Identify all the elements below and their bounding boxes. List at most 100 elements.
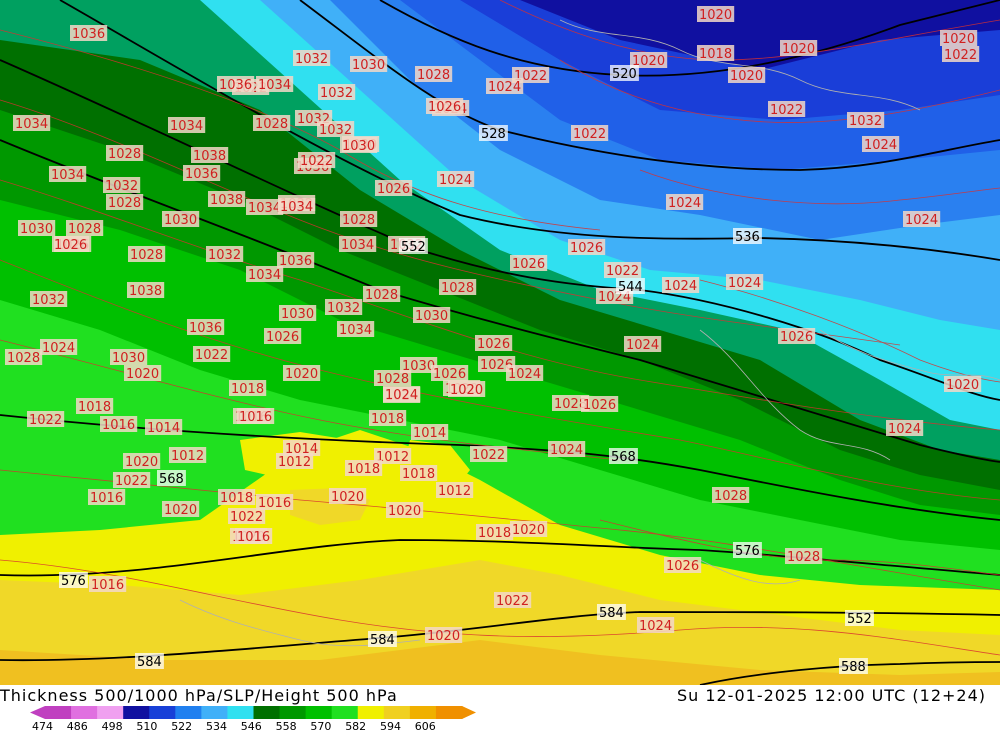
isobar-label: 1034 bbox=[246, 199, 284, 216]
svg-text:1026: 1026 bbox=[780, 330, 813, 345]
svg-text:568: 568 bbox=[159, 472, 184, 487]
isobar-label: 1024 bbox=[383, 386, 421, 403]
colorbar-swatch bbox=[331, 706, 359, 719]
svg-text:1022: 1022 bbox=[115, 474, 148, 489]
svg-text:1034: 1034 bbox=[248, 201, 281, 216]
svg-text:1020: 1020 bbox=[782, 42, 815, 57]
svg-text:1036: 1036 bbox=[189, 321, 222, 336]
isobar-label: 1022 bbox=[27, 411, 65, 428]
svg-text:1016: 1016 bbox=[91, 578, 124, 593]
isobar-label: 1020 bbox=[728, 67, 766, 84]
svg-text:1026: 1026 bbox=[570, 241, 603, 256]
isobar-label: 1018 bbox=[345, 460, 383, 477]
isobar-label: 1026 bbox=[664, 557, 702, 574]
svg-text:1028: 1028 bbox=[130, 248, 163, 263]
isobar-label: 1024 bbox=[506, 365, 544, 382]
svg-text:1030: 1030 bbox=[402, 359, 435, 374]
svg-text:1022: 1022 bbox=[195, 348, 228, 363]
svg-text:1018: 1018 bbox=[347, 462, 380, 477]
isobar-label: 1030 bbox=[110, 349, 148, 366]
svg-text:588: 588 bbox=[841, 660, 866, 675]
svg-text:1032: 1032 bbox=[295, 52, 328, 67]
colorbar-left-arrow bbox=[30, 706, 45, 719]
isobar-label: 1028 bbox=[340, 211, 378, 228]
isobar-label: 1024 bbox=[666, 194, 704, 211]
isobar-label: 1024 bbox=[637, 617, 675, 634]
isobar-label: 1034 bbox=[49, 166, 87, 183]
isobar-label: 1024 bbox=[437, 171, 475, 188]
svg-text:1018: 1018 bbox=[478, 526, 511, 541]
isobar-label: 1028 bbox=[712, 487, 750, 504]
isobar-label: 1028 bbox=[363, 286, 401, 303]
svg-text:1034: 1034 bbox=[339, 323, 372, 338]
isobar-label: 1020 bbox=[283, 365, 321, 382]
colorbar-labels: 474 486 498 510 522 534 546 558 570 582 594 606 bbox=[0, 720, 1000, 733]
svg-text:1028: 1028 bbox=[376, 372, 409, 387]
isobar-label: 1018 bbox=[400, 465, 438, 482]
isobar-label: 1022 bbox=[768, 101, 806, 118]
svg-text:1028: 1028 bbox=[108, 196, 141, 211]
svg-text:1020: 1020 bbox=[512, 523, 545, 538]
isobar-label: 1018 bbox=[369, 410, 407, 427]
isobar-label: 1026 bbox=[510, 255, 548, 272]
colorbar-swatch bbox=[45, 706, 72, 719]
svg-text:1024: 1024 bbox=[888, 422, 921, 437]
isobar-label: 1028 bbox=[128, 246, 166, 263]
svg-text:1022: 1022 bbox=[944, 48, 977, 63]
svg-text:552: 552 bbox=[401, 240, 426, 255]
svg-text:1024: 1024 bbox=[42, 341, 75, 356]
colorbar-tick-label: 510 bbox=[136, 720, 158, 733]
svg-text:1024: 1024 bbox=[639, 619, 672, 634]
isobar-label: 1024 bbox=[862, 136, 900, 153]
isobar-label: 1026 bbox=[778, 328, 816, 345]
svg-text:1026: 1026 bbox=[666, 559, 699, 574]
isobar-label: 1024 bbox=[726, 274, 764, 291]
svg-text:1034: 1034 bbox=[258, 78, 291, 93]
height-label: 584 bbox=[368, 631, 397, 648]
isobar-label: 1026 bbox=[431, 365, 469, 382]
svg-text:1024: 1024 bbox=[668, 196, 701, 211]
svg-text:1028: 1028 bbox=[7, 351, 40, 366]
isobar-label: 1030 bbox=[18, 220, 56, 237]
isobar-label: 1014 bbox=[145, 419, 183, 436]
isobar-label: 1024 bbox=[40, 339, 78, 356]
isobar-label: 1022 bbox=[571, 125, 609, 142]
svg-text:1014: 1014 bbox=[147, 421, 180, 436]
colorbar-tick-label: 606 bbox=[414, 720, 436, 733]
svg-text:1034: 1034 bbox=[51, 168, 84, 183]
svg-text:1020: 1020 bbox=[388, 504, 421, 519]
isobar-label: 1020 bbox=[162, 501, 200, 518]
svg-text:1028: 1028 bbox=[108, 147, 141, 162]
height-label: 584 bbox=[597, 604, 626, 621]
svg-text:1026: 1026 bbox=[54, 238, 87, 253]
svg-text:1026: 1026 bbox=[477, 337, 510, 352]
isobar-label: 1024 bbox=[624, 336, 662, 353]
isobar-label: 1028 bbox=[415, 66, 453, 83]
colorbar-swatch bbox=[201, 706, 228, 719]
svg-text:1028: 1028 bbox=[68, 222, 101, 237]
colorbar-swatch bbox=[279, 706, 307, 719]
svg-text:1020: 1020 bbox=[331, 490, 364, 505]
svg-text:1014: 1014 bbox=[413, 426, 446, 441]
svg-text:1024: 1024 bbox=[508, 367, 541, 382]
colorbar-swatch bbox=[409, 706, 437, 719]
isobar-label: 1026 bbox=[52, 236, 90, 253]
svg-text:1036: 1036 bbox=[279, 254, 312, 269]
svg-text:1022: 1022 bbox=[29, 413, 62, 428]
isobar-label: 1036 bbox=[187, 319, 225, 336]
svg-text:1034: 1034 bbox=[248, 268, 281, 283]
colorbar-swatch bbox=[305, 706, 333, 719]
svg-text:568: 568 bbox=[611, 450, 636, 465]
svg-text:1028: 1028 bbox=[714, 489, 747, 504]
height-label: 552 bbox=[399, 238, 428, 255]
svg-text:536: 536 bbox=[735, 230, 760, 245]
isobar-label: 1016 bbox=[235, 528, 273, 545]
isobar-label: 1034 bbox=[246, 266, 284, 283]
colorbar-right-arrow bbox=[462, 706, 476, 719]
svg-text:576: 576 bbox=[735, 544, 760, 559]
svg-text:1030: 1030 bbox=[342, 139, 375, 154]
svg-text:1016: 1016 bbox=[258, 496, 291, 511]
svg-text:1026: 1026 bbox=[583, 398, 616, 413]
isobar-label: 1024 bbox=[903, 211, 941, 228]
svg-text:1020: 1020 bbox=[126, 367, 159, 382]
